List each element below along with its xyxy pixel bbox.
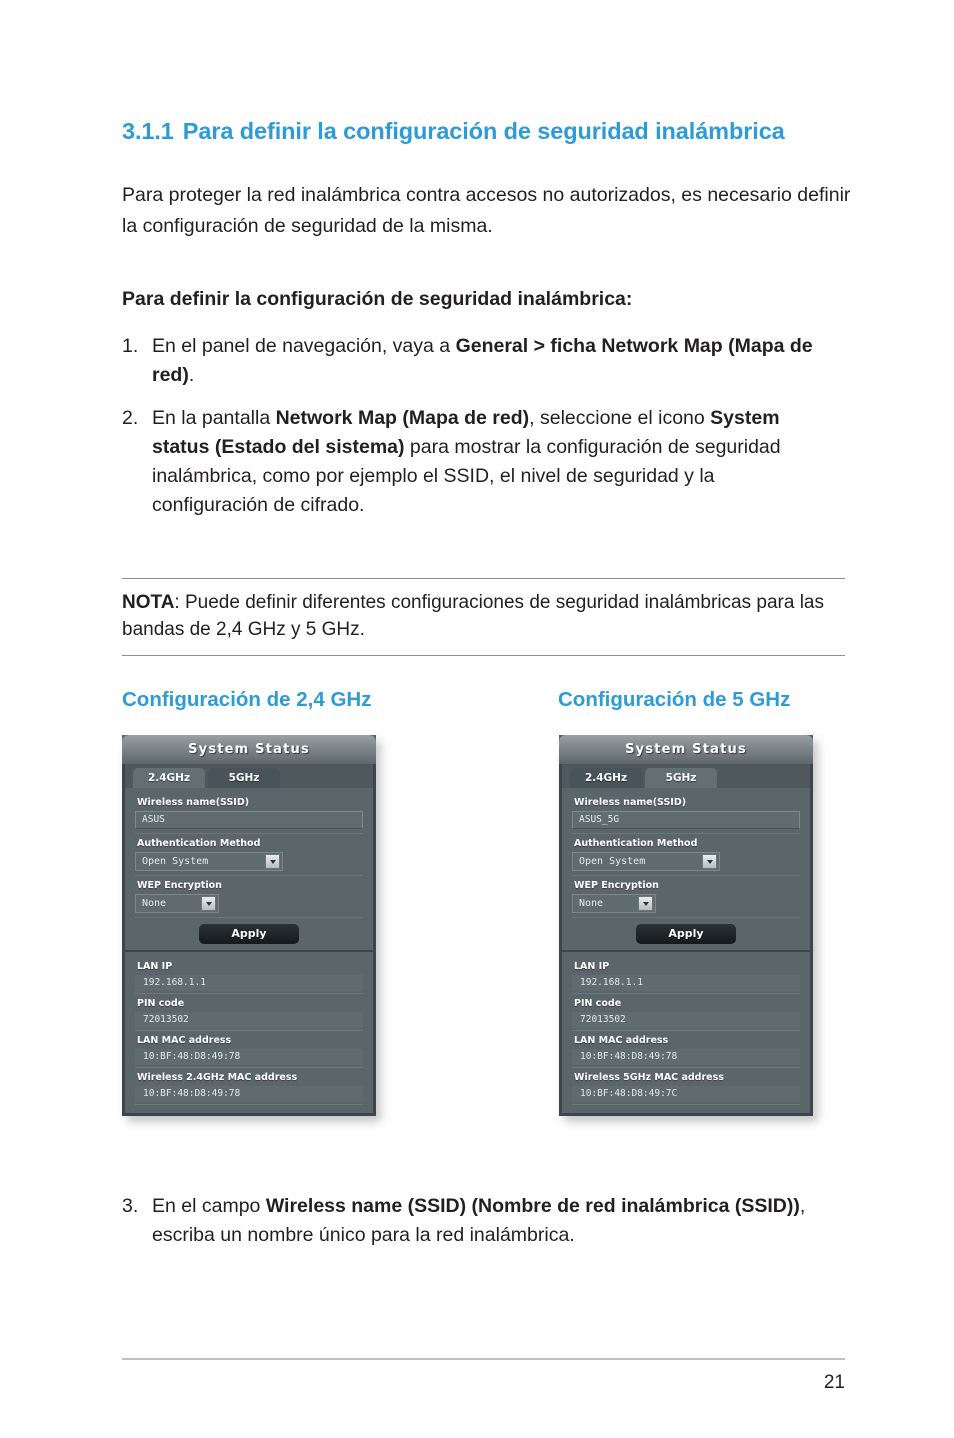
ssid-label: Wireless name(SSID): [574, 797, 687, 808]
pin-code-value: 72013502: [572, 1012, 800, 1028]
wep-encryption-select[interactable]: None: [572, 894, 656, 913]
document-page: 3.1.1 Para definir la configuración de se…: [0, 0, 954, 1438]
band-tabs: 2.4GHz 5GHz: [125, 764, 373, 788]
info-divider: [135, 1030, 363, 1031]
wireless-settings-section: Wireless name(SSID) ASUS Authentication …: [125, 788, 373, 952]
wep-encryption-label: WEP Encryption: [137, 880, 222, 891]
panel-title: System Status: [188, 742, 310, 757]
tab-24ghz[interactable]: 2.4GHz: [570, 768, 642, 788]
info-divider: [135, 1104, 363, 1105]
step-number: 3.: [122, 1195, 139, 1217]
step-number: 2.: [122, 407, 139, 429]
field-divider: [135, 917, 363, 918]
chevron-down-icon[interactable]: [201, 896, 216, 911]
system-status-panel-5ghz: System Status 2.4GHz 5GHz Wireless name(…: [559, 735, 813, 1116]
info-divider: [135, 1067, 363, 1068]
tab-5ghz[interactable]: 5GHz: [208, 768, 280, 788]
info-divider: [572, 1104, 800, 1105]
panel-titlebar: System Status: [122, 735, 376, 764]
device-info-section: LAN IP 192.168.1.1 PIN code 72013502 LAN…: [562, 952, 810, 1111]
lan-mac-value: 10:BF:48:D8:49:78: [135, 1049, 363, 1065]
field-divider: [572, 875, 800, 876]
auth-method-label: Authentication Method: [137, 838, 261, 849]
tab-5ghz[interactable]: 5GHz: [645, 768, 717, 788]
list-item: 1. En el panel de navegación, vaya a Gen…: [122, 332, 834, 390]
apply-row: Apply: [135, 919, 363, 944]
panel-title: System Status: [625, 742, 747, 757]
lan-ip-value: 192.168.1.1: [135, 975, 363, 991]
apply-button[interactable]: Apply: [636, 924, 736, 944]
wep-encryption-select[interactable]: None: [135, 894, 219, 913]
lan-mac-label: LAN MAC address: [574, 1035, 669, 1046]
procedure-steps: 1. En el panel de navegación, vaya a Gen…: [122, 332, 834, 534]
caption-24ghz: Configuración de 2,4 GHz: [122, 688, 372, 711]
wireless-mac-label: Wireless 5GHz MAC address: [574, 1072, 724, 1083]
pin-code-label: PIN code: [574, 998, 622, 1009]
step-number: 1.: [122, 335, 139, 357]
panel-titlebar: System Status: [559, 735, 813, 764]
info-divider: [572, 1067, 800, 1068]
note-label: NOTA: [122, 592, 175, 613]
wireless-settings-section: Wireless name(SSID) ASUS_5G Authenticati…: [562, 788, 810, 952]
wireless-mac-value: 10:BF:48:D8:49:7C: [572, 1086, 800, 1102]
lan-mac-label: LAN MAC address: [137, 1035, 232, 1046]
pin-code-value: 72013502: [135, 1012, 363, 1028]
wep-encryption-label: WEP Encryption: [574, 880, 659, 891]
list-item: 3. En el campo Wireless name (SSID) (Nom…: [122, 1192, 834, 1250]
step-text: En la pantalla Network Map (Mapa de red)…: [152, 407, 781, 516]
auth-method-select[interactable]: Open System: [572, 852, 720, 871]
device-info-section: LAN IP 192.168.1.1 PIN code 72013502 LAN…: [125, 952, 373, 1111]
section-number: 3.1.1: [122, 118, 174, 144]
wireless-mac-value: 10:BF:48:D8:49:78: [135, 1086, 363, 1102]
lan-mac-value: 10:BF:48:D8:49:78: [572, 1049, 800, 1065]
page-title: 3.1.1 Para definir la configuración de se…: [122, 118, 852, 145]
info-divider: [135, 993, 363, 994]
field-divider: [135, 833, 363, 834]
ssid-input[interactable]: ASUS: [135, 811, 363, 829]
list-item: 2. En la pantalla Network Map (Mapa de r…: [122, 404, 834, 520]
panel-body: 2.4GHz 5GHz Wireless name(SSID) ASUS_5G …: [559, 764, 813, 1116]
lan-ip-label: LAN IP: [574, 961, 610, 972]
pin-code-label: PIN code: [137, 998, 185, 1009]
lan-ip-label: LAN IP: [137, 961, 173, 972]
chevron-down-icon[interactable]: [638, 896, 653, 911]
ssid-label: Wireless name(SSID): [137, 797, 250, 808]
field-divider: [572, 833, 800, 834]
chevron-down-icon[interactable]: [265, 854, 280, 869]
section-title: Para definir la configuración de segurid…: [182, 118, 785, 144]
caption-5ghz: Configuración de 5 GHz: [558, 688, 791, 711]
chevron-down-icon[interactable]: [702, 854, 717, 869]
apply-button[interactable]: Apply: [199, 924, 299, 944]
field-divider: [135, 875, 363, 876]
note-divider-bottom: [122, 655, 845, 656]
footer-divider: [122, 1358, 845, 1360]
system-status-panel-24ghz: System Status 2.4GHz 5GHz Wireless name(…: [122, 735, 376, 1116]
wep-encryption-value: None: [142, 898, 167, 909]
step-text: En el panel de navegación, vaya a Genera…: [152, 335, 813, 386]
step-text: En el campo Wireless name (SSID) (Nombre…: [152, 1195, 806, 1246]
apply-row: Apply: [572, 919, 800, 944]
auth-method-value: Open System: [579, 856, 646, 867]
panel-body: 2.4GHz 5GHz Wireless name(SSID) ASUS Aut…: [122, 764, 376, 1116]
wireless-mac-label: Wireless 2.4GHz MAC address: [137, 1072, 298, 1083]
note-block: NOTA: Puede definir diferentes configura…: [122, 589, 845, 643]
field-divider: [572, 917, 800, 918]
auth-method-label: Authentication Method: [574, 838, 698, 849]
ssid-input[interactable]: ASUS_5G: [572, 811, 800, 829]
auth-method-select[interactable]: Open System: [135, 852, 283, 871]
tab-24ghz[interactable]: 2.4GHz: [133, 768, 205, 788]
band-tabs: 2.4GHz 5GHz: [562, 764, 810, 788]
lan-ip-value: 192.168.1.1: [572, 975, 800, 991]
wep-encryption-value: None: [579, 898, 604, 909]
page-number: 21: [823, 1372, 845, 1393]
auth-method-value: Open System: [142, 856, 209, 867]
intro-paragraph: Para proteger la red inalámbrica contra …: [122, 184, 851, 237]
info-divider: [572, 1030, 800, 1031]
note-separator: :: [174, 592, 185, 613]
note-divider-top: [122, 578, 845, 579]
info-divider: [572, 993, 800, 994]
procedure-lead-in: Para definir la configuración de segurid…: [122, 288, 633, 310]
note-text: Puede definir diferentes configuraciones…: [122, 592, 824, 640]
